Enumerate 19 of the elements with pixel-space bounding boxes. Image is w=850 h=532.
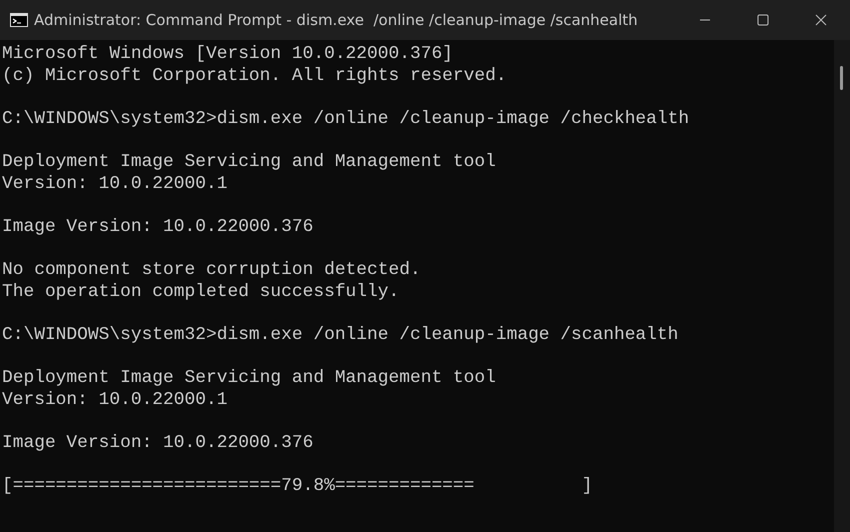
command-prompt-icon	[10, 13, 28, 27]
console-line: Version: 10.0.22000.1	[2, 390, 228, 412]
console-line: Deployment Image Servicing and Management tool	[2, 152, 497, 174]
console-line: The operation completed successfully.	[2, 282, 400, 304]
scrollbar[interactable]	[834, 40, 850, 532]
console-line: [=========================79.8%============= ]	[2, 476, 594, 498]
console-line: Version: 10.0.22000.1	[2, 174, 228, 196]
console-line: (c) Microsoft Corporation. All rights reserved.	[2, 66, 508, 88]
console-line: C:\WINDOWS\system32>dism.exe /online /cleanup-image /scanhealth	[2, 324, 680, 346]
close-icon	[815, 14, 827, 26]
maximize-icon	[757, 14, 769, 26]
console-line: No component store corruption detected.	[2, 260, 422, 282]
console-line: Image Version: 10.0.22000.376	[2, 432, 314, 454]
scrollbar-thumb[interactable]	[840, 66, 843, 90]
window-title: Administrator: Command Prompt - dism.exe /online /cleanup-image /scanhealth	[34, 11, 639, 29]
console-line: Microsoft Windows [Version 10.0.22000.376]	[2, 44, 454, 66]
console-line: C:\WINDOWS\system32>dism.exe /online /cleanup-image /checkhealth	[2, 108, 690, 130]
console-line: Deployment Image Servicing and Management tool	[2, 368, 497, 390]
console-line: Image Version: 10.0.22000.376	[2, 216, 314, 238]
